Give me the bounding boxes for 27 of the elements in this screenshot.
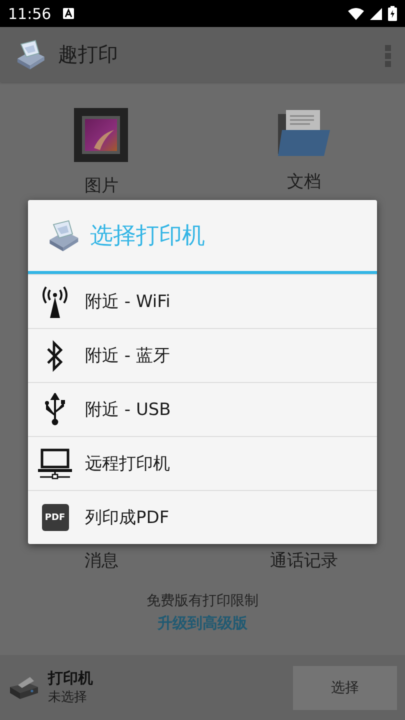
clock: 11:56 [8, 4, 52, 22]
tile-label: 文档 [286, 171, 321, 193]
notice-text: 免费版有打印限制 [146, 592, 258, 610]
battery-icon [388, 6, 397, 21]
printer-label: 打印机 [48, 669, 94, 688]
bluetooth-icon [46, 338, 64, 372]
usb-icon [44, 392, 66, 426]
printer-option[interactable]: 远程打印机 [28, 436, 377, 490]
wifi-icon [348, 8, 364, 20]
printer-icon [8, 674, 40, 700]
printer-status: 未选择 [48, 689, 88, 706]
picture-frame-icon [74, 108, 128, 162]
signal-icon [370, 8, 382, 20]
dialog-title: 选择打印机 [90, 222, 205, 251]
notification-icon [63, 8, 74, 18]
printer-option[interactable]: PDF 列印成PDF [28, 490, 377, 544]
printer-option[interactable]: 附近 - USB [28, 382, 377, 436]
tile-label: 通话记录 [270, 550, 338, 572]
app-title: 趣打印 [58, 41, 119, 68]
pdf-icon: PDF [42, 504, 68, 531]
computer-network-icon [37, 448, 73, 480]
folder-icon [276, 108, 332, 158]
overflow-menu-icon[interactable] [383, 42, 393, 66]
printer-option[interactable]: 附近 - WiFi [28, 274, 377, 328]
printer-option[interactable]: 附近 - 蓝牙 [28, 328, 377, 382]
tile-label: 消息 [84, 550, 118, 572]
tile-label: 图片 [84, 175, 118, 197]
